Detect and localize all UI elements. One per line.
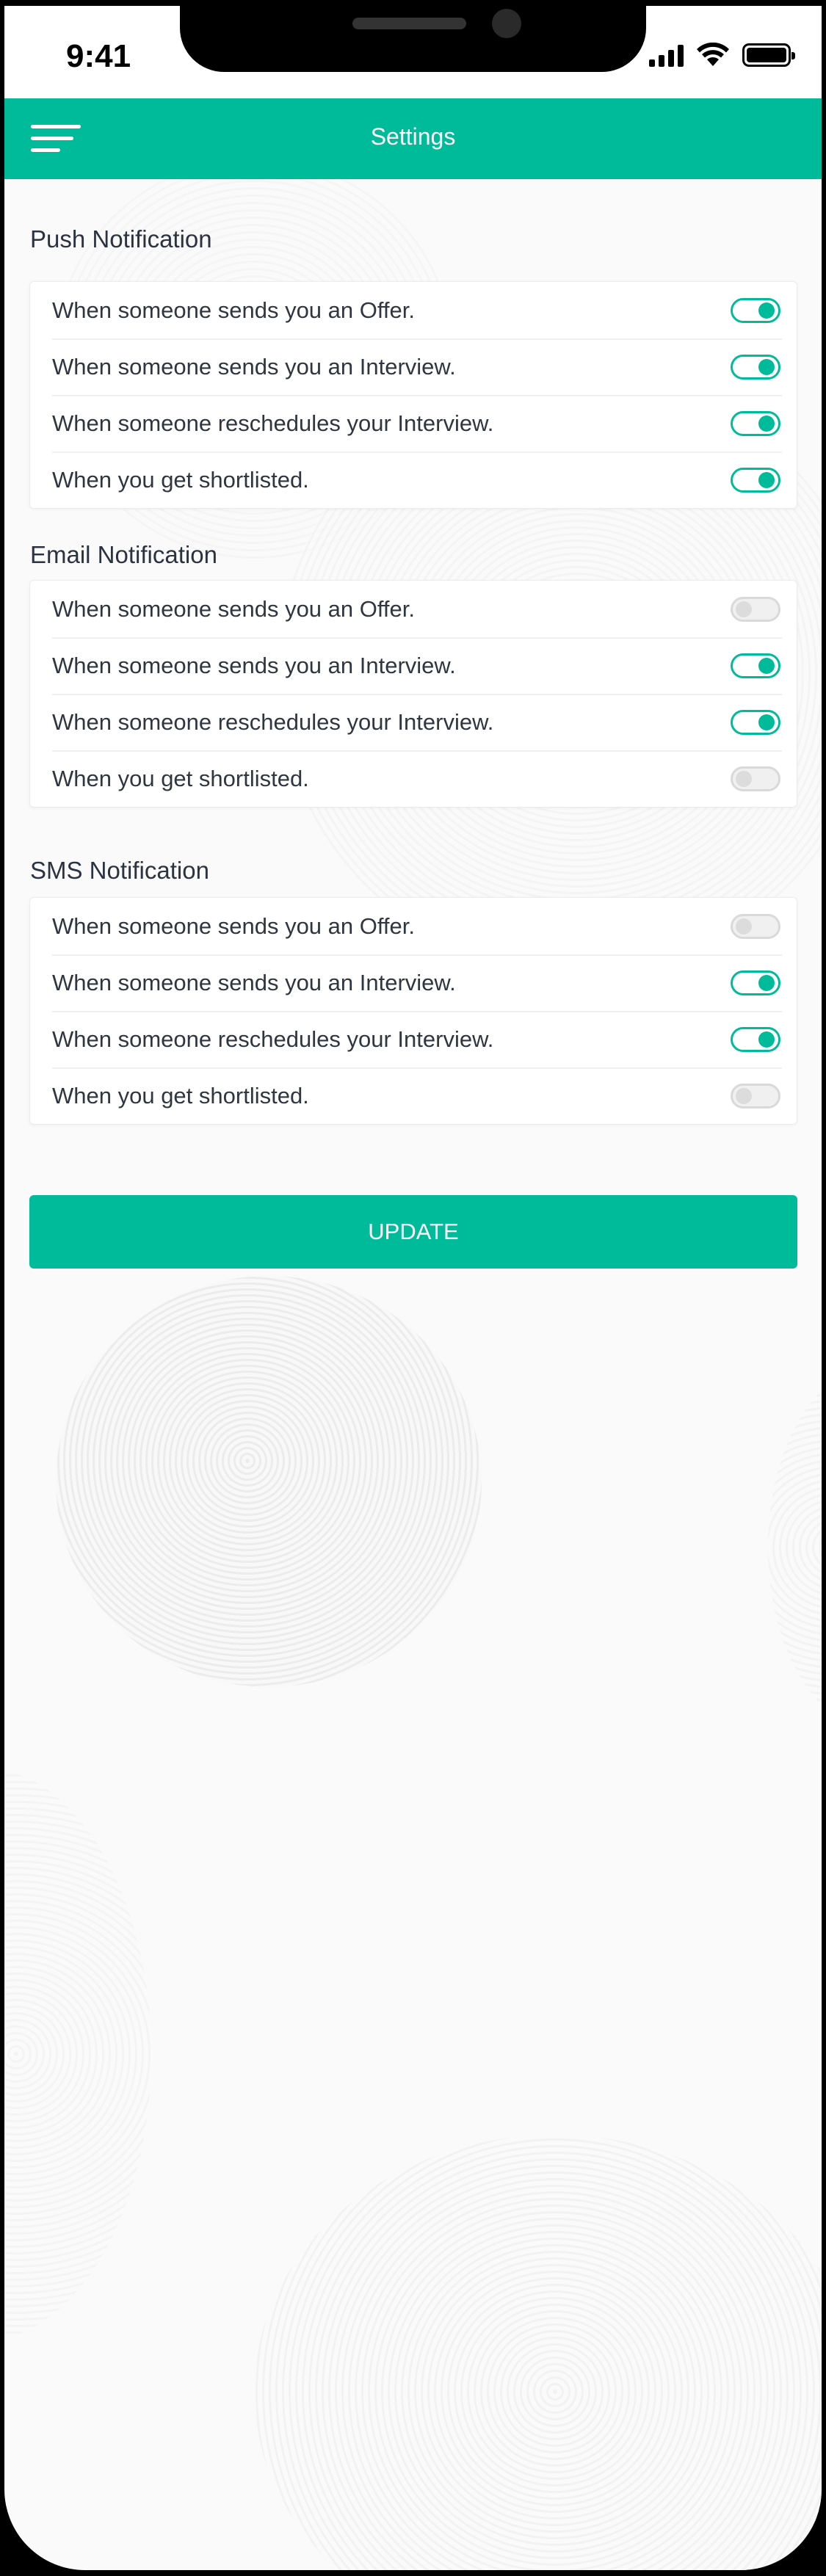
list-item: When you get shortlisted. — [30, 451, 797, 508]
status-time: 9:41 — [66, 38, 131, 74]
toggle-switch[interactable] — [731, 597, 780, 622]
setting-label: When you get shortlisted. — [52, 466, 309, 493]
setting-label: When someone sends you an Interview. — [52, 969, 456, 995]
list-item: When someone reschedules your Interview. — [30, 694, 797, 750]
toggle-switch[interactable] — [731, 355, 780, 380]
section-title-sms: SMS Notification — [30, 857, 209, 884]
setting-label: When you get shortlisted. — [52, 1082, 309, 1109]
toggle-switch[interactable] — [731, 1027, 780, 1052]
app-header: Settings — [4, 98, 822, 179]
signal-icon — [649, 43, 684, 67]
list-item: When someone sends you an Interview. — [30, 954, 797, 1011]
toggle-switch[interactable] — [731, 468, 780, 493]
status-icons — [649, 43, 795, 68]
sms-notification-card: When someone sends you an Offer. When so… — [29, 897, 797, 1125]
list-item: When someone reschedules your Interview. — [30, 1011, 797, 1067]
setting-label: When someone reschedules your Interview. — [52, 410, 494, 436]
setting-label: When someone sends you an Offer. — [52, 595, 416, 622]
list-item: When you get shortlisted. — [30, 1067, 797, 1124]
toggle-switch[interactable] — [731, 710, 780, 735]
setting-label: When someone reschedules your Interview. — [52, 1026, 494, 1052]
list-item: When someone reschedules your Interview. — [30, 395, 797, 451]
email-notification-card: When someone sends you an Offer. When so… — [29, 580, 797, 808]
background-pattern — [4, 1768, 151, 2340]
update-button[interactable]: UPDATE — [29, 1195, 797, 1269]
background-pattern — [768, 1364, 822, 1731]
toggle-switch[interactable] — [731, 970, 780, 995]
phone-frame: 9:41 Settings Push Notification When som… — [0, 0, 826, 2576]
setting-label: When someone sends you an Interview. — [52, 652, 456, 678]
toggle-switch[interactable] — [731, 298, 780, 323]
setting-label: When someone sends you an Offer. — [52, 913, 416, 939]
device-notch — [180, 0, 646, 72]
toggle-switch[interactable] — [731, 914, 780, 939]
background-pattern — [254, 2135, 822, 2570]
list-item: When someone sends you an Offer. — [30, 282, 797, 338]
toggle-switch[interactable] — [731, 411, 780, 436]
setting-label: When someone sends you an Interview. — [52, 353, 456, 380]
toggle-switch[interactable] — [731, 653, 780, 678]
section-title-email: Email Notification — [30, 541, 217, 568]
list-item: When someone sends you an Offer. — [30, 581, 797, 637]
battery-icon — [742, 43, 795, 67]
push-notification-card: When someone sends you an Offer. When so… — [29, 281, 797, 509]
list-item: When someone sends you an Interview. — [30, 637, 797, 694]
background-pattern — [56, 1276, 482, 1687]
section-title-push: Push Notification — [30, 225, 212, 253]
page-title: Settings — [370, 123, 456, 150]
list-item: When you get shortlisted. — [30, 750, 797, 807]
wifi-icon — [697, 43, 729, 66]
toggle-switch[interactable] — [731, 766, 780, 791]
setting-label: When someone reschedules your Interview. — [52, 708, 494, 735]
toggle-switch[interactable] — [731, 1084, 780, 1109]
list-item: When someone sends you an Offer. — [30, 898, 797, 954]
list-item: When someone sends you an Interview. — [30, 338, 797, 395]
setting-label: When you get shortlisted. — [52, 765, 309, 791]
setting-label: When someone sends you an Offer. — [52, 297, 416, 323]
